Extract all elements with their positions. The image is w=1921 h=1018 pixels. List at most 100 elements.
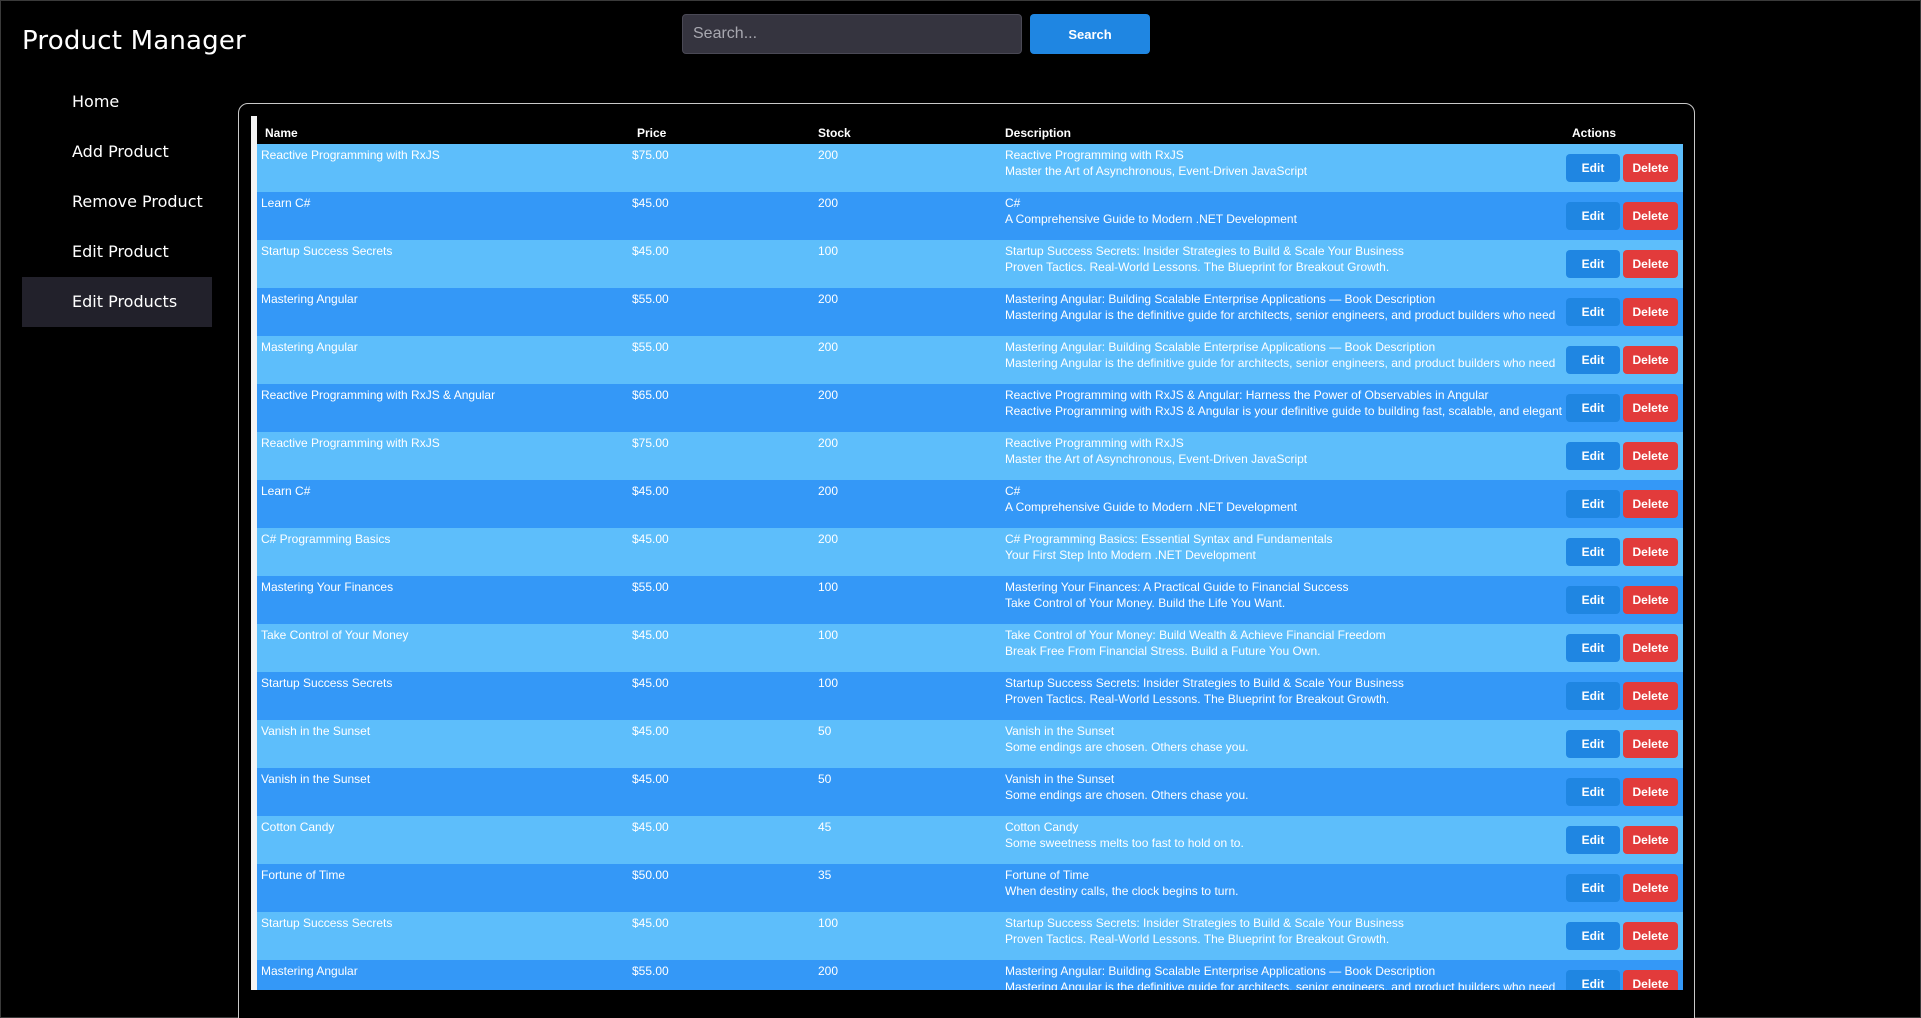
edit-button[interactable]: Edit [1566, 538, 1620, 566]
cell-description: Startup Success Secrets: Insider Strateg… [1005, 912, 1566, 960]
delete-button[interactable]: Delete [1623, 538, 1678, 566]
edit-button[interactable]: Edit [1566, 970, 1620, 990]
edit-button[interactable]: Edit [1566, 346, 1620, 374]
cell-price: $45.00 [632, 724, 669, 738]
edit-button[interactable]: Edit [1566, 922, 1620, 950]
cell-description: Reactive Programming with RxJS Master the… [1005, 432, 1566, 480]
cell-actions: Edit Delete [1566, 528, 1683, 576]
cell-stock: 100 [818, 916, 839, 930]
column-header-stock: Stock [818, 116, 1005, 144]
cell-description: C# Programming Basics: Essential Syntax … [1005, 528, 1566, 576]
cell-actions: Edit Delete [1566, 720, 1683, 768]
cell-name: Learn C# [261, 196, 311, 210]
edit-button[interactable]: Edit [1566, 394, 1620, 422]
delete-button[interactable]: Delete [1623, 586, 1678, 614]
delete-button[interactable]: Delete [1623, 250, 1678, 278]
edit-button[interactable]: Edit [1566, 874, 1620, 902]
cell-price: $45.00 [632, 820, 669, 834]
delete-button[interactable]: Delete [1623, 442, 1678, 470]
cell-name: Learn C# [261, 484, 311, 498]
description-title: Cotton Candy [1005, 820, 1079, 834]
table-row: Fortune of Time $50.00 35 Fortune of Time Wh… [257, 864, 1683, 912]
edit-button[interactable]: Edit [1566, 730, 1620, 758]
description-subtitle: Some sweetness melts too fast to hold on… [1005, 836, 1244, 850]
cell-description: Mastering Your Finances: A Practical Gui… [1005, 576, 1566, 624]
cell-name: Mastering Angular [261, 292, 358, 306]
delete-button[interactable]: Delete [1623, 298, 1678, 326]
cell-stock: 100 [818, 676, 839, 690]
cell-price: $45.00 [632, 772, 669, 786]
delete-button[interactable]: Delete [1623, 874, 1678, 902]
edit-button[interactable]: Edit [1566, 634, 1620, 662]
sidebar-item-add-product[interactable]: Add Product [22, 127, 212, 177]
description-subtitle: A Comprehensive Guide to Modern .NET Dev… [1005, 500, 1297, 514]
cell-description: Fortune of Time When destiny calls, the c… [1005, 864, 1566, 912]
search-input[interactable] [682, 14, 1022, 54]
edit-button[interactable]: Edit [1566, 826, 1620, 854]
delete-button[interactable]: Delete [1623, 202, 1678, 230]
sidebar-item-edit-products[interactable]: Edit Products [22, 277, 212, 327]
edit-button[interactable]: Edit [1566, 490, 1620, 518]
column-header-actions: Actions [1566, 116, 1683, 144]
cell-price: $45.00 [632, 916, 669, 930]
table-row: Mastering Your Finances $55.00 100 Masterin… [257, 576, 1683, 624]
products-table-scroll[interactable]: Name Price Stock Description Actions Rea… [251, 116, 1683, 990]
cell-description: Mastering Angular: Building Scalable Ent… [1005, 960, 1566, 990]
cell-stock: 35 [818, 868, 832, 882]
sidebar-item-remove-product[interactable]: Remove Product [22, 177, 212, 227]
products-panel: Name Price Stock Description Actions Rea… [238, 103, 1695, 1018]
edit-button[interactable]: Edit [1566, 778, 1620, 806]
edit-button[interactable]: Edit [1566, 298, 1620, 326]
delete-button[interactable]: Delete [1623, 826, 1678, 854]
table-row: Vanish in the Sunset $45.00 50 Vanish in th… [257, 768, 1683, 816]
delete-button[interactable]: Delete [1623, 730, 1678, 758]
cell-stock: 50 [818, 724, 832, 738]
sidebar-item-home[interactable]: Home [22, 77, 212, 127]
description-subtitle: Some endings are chosen. Others chase yo… [1005, 740, 1249, 754]
edit-button[interactable]: Edit [1566, 682, 1620, 710]
delete-button[interactable]: Delete [1623, 394, 1678, 422]
delete-button[interactable]: Delete [1623, 634, 1678, 662]
cell-price: $45.00 [632, 628, 669, 642]
cell-price: $45.00 [632, 196, 669, 210]
delete-button[interactable]: Delete [1623, 154, 1678, 182]
delete-button[interactable]: Delete [1623, 682, 1678, 710]
table-header-row: Name Price Stock Description Actions [257, 116, 1683, 144]
cell-stock: 200 [818, 388, 839, 402]
cell-price: $50.00 [632, 868, 669, 882]
cell-description: Mastering Angular: Building Scalable Ent… [1005, 336, 1566, 384]
cell-name: Reactive Programming with RxJS & Angular [261, 388, 496, 402]
sidebar-item-edit-product[interactable]: Edit Product [22, 227, 212, 277]
cell-actions: Edit Delete [1566, 480, 1683, 528]
table-row: Mastering Angular $55.00 200 Mastering Angu… [257, 336, 1683, 384]
edit-button[interactable]: Edit [1566, 442, 1620, 470]
cell-actions: Edit Delete [1566, 816, 1683, 864]
app-window: Product Manager Search Home Add Product … [0, 0, 1921, 1018]
search-button[interactable]: Search [1030, 14, 1150, 54]
description-title: Fortune of Time [1005, 868, 1090, 882]
delete-button[interactable]: Delete [1623, 346, 1678, 374]
table-row: Mastering Angular $55.00 200 Mastering Angu… [257, 960, 1683, 990]
delete-button[interactable]: Delete [1623, 778, 1678, 806]
cell-stock: 200 [818, 532, 839, 546]
description-title: Reactive Programming with RxJS [1005, 148, 1184, 162]
delete-button[interactable]: Delete [1623, 922, 1678, 950]
description-title: C# [1005, 484, 1021, 498]
edit-button[interactable]: Edit [1566, 154, 1620, 182]
description-subtitle: Master the Art of Asynchronous, Event-Dr… [1005, 164, 1308, 178]
description-title: C# [1005, 196, 1021, 210]
description-title: Take Control of Your Money: Build Wealth… [1005, 628, 1386, 642]
app-title: Product Manager [22, 26, 246, 56]
cell-actions: Edit Delete [1566, 912, 1683, 960]
edit-button[interactable]: Edit [1566, 586, 1620, 614]
cell-description: Startup Success Secrets: Insider Strateg… [1005, 240, 1566, 288]
description-title: Startup Success Secrets: Insider Strateg… [1005, 916, 1404, 930]
edit-button[interactable]: Edit [1566, 202, 1620, 230]
description-subtitle: Mastering Angular is the definitive guid… [1005, 980, 1556, 990]
delete-button[interactable]: Delete [1623, 490, 1678, 518]
delete-button[interactable]: Delete [1623, 970, 1678, 990]
table-row: Startup Success Secrets $45.00 100 Startup … [257, 240, 1683, 288]
cell-stock: 200 [818, 292, 839, 306]
table-row: Learn C# $45.00 200 C# A Comprehensive Guide… [257, 480, 1683, 528]
edit-button[interactable]: Edit [1566, 250, 1620, 278]
